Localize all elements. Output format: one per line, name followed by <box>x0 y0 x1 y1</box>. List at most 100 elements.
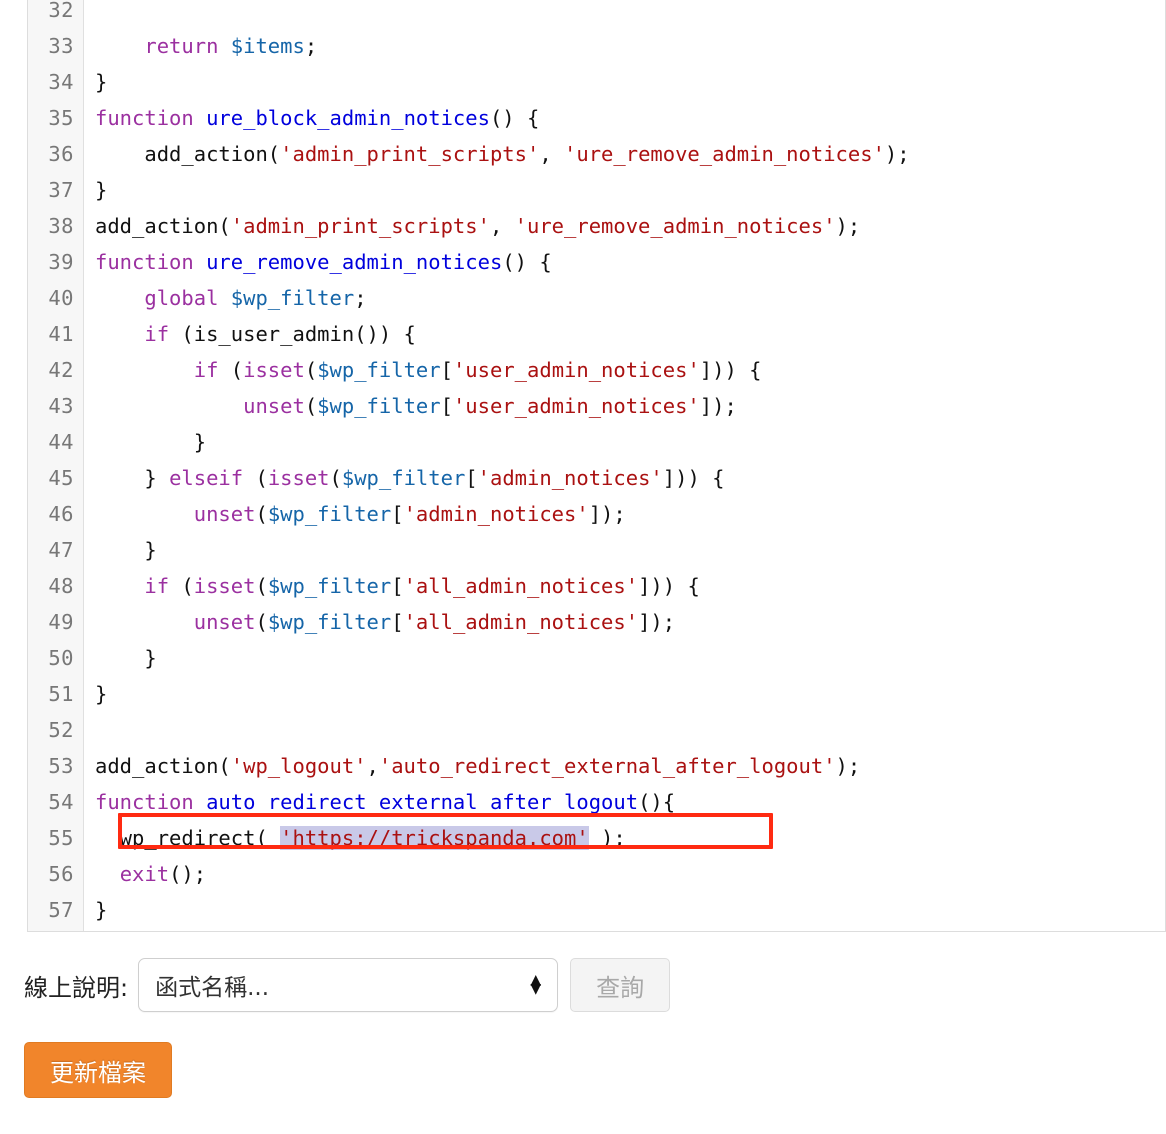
code-token: if <box>144 322 170 346</box>
code-token: ]); <box>638 610 676 634</box>
code-token: function <box>95 106 194 130</box>
line-number: 47 <box>48 538 74 562</box>
update-file-button[interactable]: 更新檔案 <box>24 1042 172 1098</box>
function-name-select[interactable]: 函式名稱... ▲ ▼ <box>138 958 559 1012</box>
code-token: ure_remove_admin_notices <box>206 250 503 274</box>
code-line[interactable]: 35 function ure_block_admin_notices() { <box>28 100 1165 136</box>
code-line-source[interactable]: } <box>83 676 1165 712</box>
code-token: unset <box>243 394 305 418</box>
code-line[interactable]: 50 } <box>28 640 1165 676</box>
code-line[interactable]: 39 function ure_remove_admin_notices() { <box>28 244 1165 280</box>
code-line[interactable]: 32 <box>28 0 1165 28</box>
code-line[interactable]: 36 add_action('admin_print_scripts', 'ur… <box>28 136 1165 172</box>
line-number: 51 <box>48 682 74 706</box>
code-line[interactable]: 52 <box>28 712 1165 748</box>
code-line-source[interactable] <box>83 0 1165 28</box>
line-number: 45 <box>48 466 74 490</box>
code-line[interactable]: 33 return $items; <box>28 28 1165 64</box>
code-line-source[interactable] <box>83 712 1165 748</box>
code-token: 'admin_print_scripts' <box>230 214 490 238</box>
code-line[interactable]: 37} <box>28 172 1165 208</box>
code-line[interactable]: 44 } <box>28 424 1165 460</box>
code-token: 'user_admin_notices' <box>452 394 700 418</box>
code-line-source[interactable]: } <box>83 640 1165 676</box>
code-line-source[interactable]: } <box>83 64 1165 100</box>
code-line[interactable]: 40 global $wp_filter; <box>28 280 1165 316</box>
code-line-source[interactable]: add_action('admin_print_scripts', 'ure_r… <box>83 136 1165 172</box>
code-line-source[interactable]: unset($wp_filter['user_admin_notices']); <box>83 388 1165 424</box>
code-line[interactable]: 41 if (is_user_admin()) { <box>28 316 1165 352</box>
code-token: ure_block_admin_notices <box>206 106 490 130</box>
code-line[interactable]: 55 wp_redirect( 'https://trickspanda.com… <box>28 820 1165 856</box>
code-token: ); <box>835 754 861 778</box>
code-line[interactable]: 46 unset($wp_filter['admin_notices']); <box>28 496 1165 532</box>
code-line[interactable]: 53 add_action('wp_logout','auto_redirect_… <box>28 748 1165 784</box>
code-line[interactable]: 48 if (isset($wp_filter['all_admin_notic… <box>28 568 1165 604</box>
code-token: ( <box>329 466 342 490</box>
code-lines-container[interactable]: 32 33 return $items; 34} 35 function ure_bl… <box>28 0 1165 928</box>
code-line-source[interactable]: global $wp_filter; <box>83 280 1165 316</box>
code-line-source[interactable]: function auto_redirect_external_after_lo… <box>83 784 1165 820</box>
code-line[interactable]: 57} <box>28 892 1165 928</box>
code-token: [ <box>391 610 404 634</box>
code-line-source[interactable]: exit(); <box>83 856 1165 892</box>
code-token: if <box>144 574 170 598</box>
code-line-source[interactable]: } <box>83 892 1165 928</box>
code-line-source[interactable]: unset($wp_filter['admin_notices']); <box>83 496 1165 532</box>
line-number: 34 <box>48 70 74 94</box>
code-token: function <box>95 790 194 814</box>
code-line[interactable]: 51} <box>28 676 1165 712</box>
code-line-source[interactable]: wp_redirect( 'https://trickspanda.com' )… <box>83 820 1165 856</box>
code-token: ( <box>304 358 318 382</box>
code-line-source[interactable]: add_action('wp_logout','auto_redirect_ex… <box>83 748 1165 784</box>
code-line[interactable]: 45 } elseif (isset($wp_filter['admin_not… <box>28 460 1165 496</box>
code-token: ])) { <box>638 574 700 598</box>
code-line-source[interactable]: } <box>83 532 1165 568</box>
code-line[interactable]: 43 unset($wp_filter['user_admin_notices'… <box>28 388 1165 424</box>
code-token: } <box>95 466 170 490</box>
code-line-source[interactable]: unset($wp_filter['all_admin_notices']); <box>83 604 1165 640</box>
code-token: ; <box>304 34 318 58</box>
code-line[interactable]: 49 unset($wp_filter['all_admin_notices']… <box>28 604 1165 640</box>
line-number: 39 <box>48 250 74 274</box>
code-token: elseif <box>169 466 244 490</box>
code-line[interactable]: 56 exit(); <box>28 856 1165 892</box>
code-line-source[interactable]: if (is_user_admin()) { <box>83 316 1165 352</box>
lookup-button[interactable]: 查詢 <box>570 958 671 1012</box>
code-token: [ <box>391 574 404 598</box>
code-line-source[interactable]: } <box>83 424 1165 460</box>
code-line-source[interactable]: } elseif (isset($wp_filter['admin_notice… <box>83 460 1165 496</box>
code-token: } <box>95 646 157 670</box>
code-token: 'https://trickspanda.com' <box>280 826 589 850</box>
code-line-source[interactable]: add_action('admin_print_scripts', 'ure_r… <box>83 208 1165 244</box>
documentation-lookup-row: 線上說明: 函式名稱... ▲ ▼ 查詢 <box>24 958 671 1012</box>
line-number: 40 <box>48 286 74 310</box>
code-line-source[interactable]: function ure_block_admin_notices() { <box>83 100 1165 136</box>
code-line-source[interactable]: return $items; <box>83 28 1165 64</box>
code-token: $wp_filter <box>317 358 441 382</box>
code-line[interactable]: 54 function auto_redirect_external_after_… <box>28 784 1165 820</box>
code-token: isset <box>193 574 256 598</box>
code-token: } <box>95 682 108 706</box>
code-token: unset <box>193 610 256 634</box>
code-line[interactable]: 42 if (isset($wp_filter['user_admin_noti… <box>28 352 1165 388</box>
code-line[interactable]: 38 add_action('admin_print_scripts', 'ure… <box>28 208 1165 244</box>
code-line-source[interactable]: if (isset($wp_filter['user_admin_notices… <box>83 352 1165 388</box>
line-number: 36 <box>48 142 74 166</box>
code-token: } <box>95 538 157 562</box>
code-line-source[interactable]: if (isset($wp_filter['all_admin_notices'… <box>83 568 1165 604</box>
line-number: 43 <box>48 394 74 418</box>
code-line-source[interactable]: } <box>83 172 1165 208</box>
code-token: [ <box>440 358 453 382</box>
code-line-source[interactable]: function ure_remove_admin_notices() { <box>83 244 1165 280</box>
code-editor[interactable]: 32 33 return $items; 34} 35 function ure_bl… <box>27 0 1166 932</box>
code-line[interactable]: 47 } <box>28 532 1165 568</box>
code-token: add_action( <box>95 214 231 238</box>
code-line[interactable]: 34} <box>28 64 1165 100</box>
